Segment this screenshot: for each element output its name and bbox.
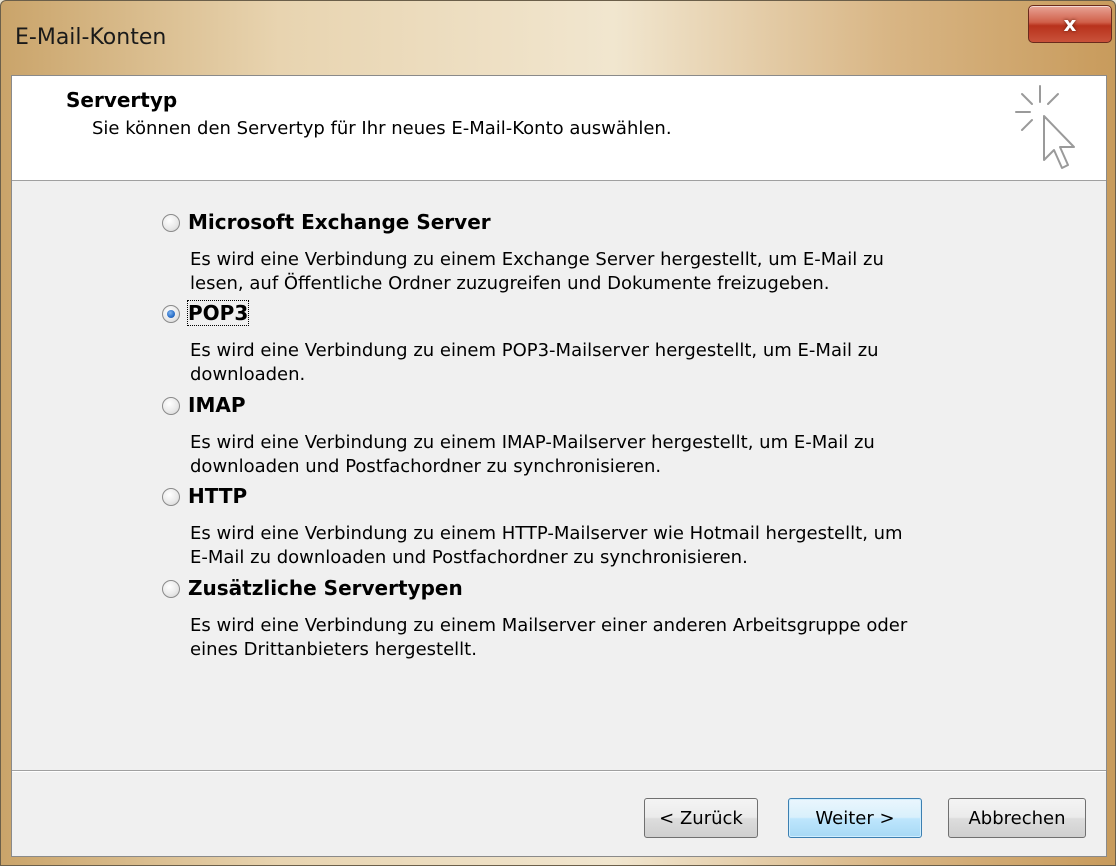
pop3-description-line1: Es wird eine Verbindung zu einem POP3-Ma… bbox=[190, 340, 879, 361]
http-label[interactable]: HTTP bbox=[188, 484, 247, 508]
imap-description-line1: Es wird eine Verbindung zu einem IMAP-Ma… bbox=[190, 432, 875, 453]
pop3-description-line2: downloaden. bbox=[190, 364, 306, 385]
exchange-radio[interactable] bbox=[162, 214, 180, 232]
footer-divider bbox=[12, 770, 1106, 772]
imap-label[interactable]: IMAP bbox=[188, 393, 245, 417]
wizard-header: Servertyp Sie können den Servertyp für I… bbox=[12, 76, 1106, 181]
page-title: Servertyp bbox=[66, 88, 178, 112]
pop3-label[interactable]: POP3 bbox=[186, 300, 250, 326]
exchange-label[interactable]: Microsoft Exchange Server bbox=[188, 210, 491, 234]
exchange-description-line1: Es wird eine Verbindung zu einem Exchang… bbox=[190, 249, 884, 270]
next-button[interactable]: Weiter > bbox=[788, 798, 922, 838]
dialog-client-area: Servertyp Sie können den Servertyp für I… bbox=[11, 75, 1107, 857]
http-radio[interactable] bbox=[162, 488, 180, 506]
cancel-button[interactable]: Abbrechen bbox=[948, 798, 1086, 838]
window-title: E-Mail-Konten bbox=[15, 25, 167, 50]
additional-types-label[interactable]: Zusätzliche Servertypen bbox=[188, 576, 463, 600]
additional-types-description-line1: Es wird eine Verbindung zu einem Mailser… bbox=[190, 615, 908, 636]
additional-types-description-line2: eines Drittanbieters hergestellt. bbox=[190, 639, 477, 660]
close-icon: x bbox=[1063, 12, 1077, 36]
http-description-line1: Es wird eine Verbindung zu einem HTTP-Ma… bbox=[190, 523, 903, 544]
http-description-line2: E-Mail zu downloaden und Postfachordner … bbox=[190, 547, 748, 568]
additional-types-radio[interactable] bbox=[162, 580, 180, 598]
imap-radio[interactable] bbox=[162, 397, 180, 415]
pop3-radio[interactable] bbox=[162, 305, 180, 323]
page-subtitle: Sie können den Servertyp für Ihr neues E… bbox=[92, 118, 672, 139]
email-accounts-dialog: E-Mail-Konten x Servertyp Sie können den… bbox=[0, 0, 1116, 866]
imap-description-line2: downloaden und Postfachordner zu synchro… bbox=[190, 456, 662, 477]
close-button[interactable]: x bbox=[1028, 5, 1112, 43]
exchange-description-line2: lesen, auf Öffentliche Ordner zuzugreife… bbox=[190, 273, 830, 294]
cursor-click-icon bbox=[1015, 85, 1075, 169]
back-button[interactable]: < Zurück bbox=[644, 798, 758, 838]
title-bar[interactable]: E-Mail-Konten x bbox=[1, 1, 1115, 75]
